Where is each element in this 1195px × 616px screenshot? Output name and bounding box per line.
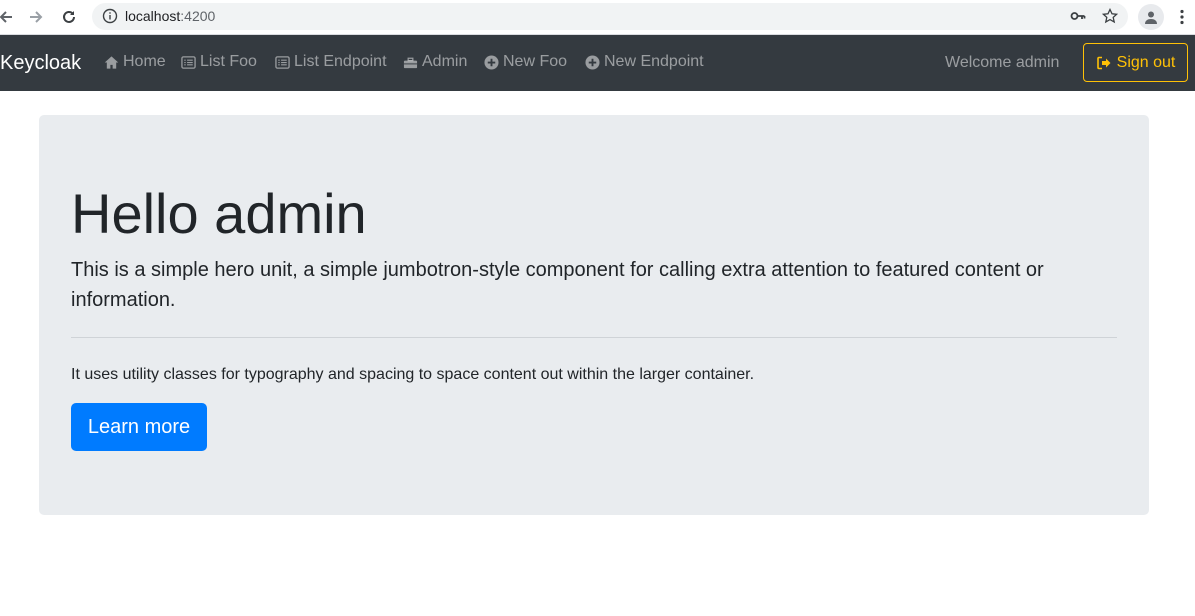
url-port: :4200 xyxy=(180,8,216,24)
learn-more-button[interactable]: Learn more xyxy=(71,403,207,451)
sign-out-button[interactable]: Sign out xyxy=(1083,43,1188,82)
list-icon xyxy=(181,55,196,69)
nav-link-label: List Endpoint xyxy=(294,53,387,70)
plus-circle-icon xyxy=(484,54,499,70)
forward-icon[interactable] xyxy=(24,5,48,29)
nav-link-label: New Foo xyxy=(503,53,568,70)
info-icon[interactable] xyxy=(102,8,118,24)
key-icon[interactable] xyxy=(1070,8,1086,24)
nav-link-admin[interactable]: Admin xyxy=(403,52,467,72)
app-navbar: Keycloak Home List Foo List Endpoint Adm… xyxy=(0,35,1195,91)
home-icon xyxy=(104,55,119,69)
welcome-text: Welcome admin xyxy=(945,54,1060,71)
nav-link-label: Home xyxy=(123,53,166,70)
sign-out-icon xyxy=(1096,56,1111,69)
reload-icon[interactable] xyxy=(57,5,81,29)
nav-link-label: New Endpoint xyxy=(604,53,704,70)
jumbotron: Hello admin This is a simple hero unit, … xyxy=(39,115,1149,515)
nav-link-new-endpoint[interactable]: New Endpoint xyxy=(585,52,704,72)
url-text: localhost:4200 xyxy=(125,8,215,25)
url-host: localhost xyxy=(125,8,181,24)
admin-icon xyxy=(403,57,418,68)
browser-toolbar: localhost:4200 xyxy=(0,0,1195,35)
hero-title: Hello admin xyxy=(71,182,367,245)
hero-lead: This is a simple hero unit, a simple jum… xyxy=(71,259,1044,311)
profile-icon[interactable] xyxy=(1138,4,1164,30)
nav-link-list-foo[interactable]: List Foo xyxy=(181,52,257,72)
plus-circle-icon xyxy=(585,54,600,70)
menu-dots-icon[interactable] xyxy=(1174,5,1190,29)
hero-divider xyxy=(71,337,1117,338)
list-icon xyxy=(275,55,290,69)
hero-text: It uses utility classes for typography a… xyxy=(71,366,755,383)
nav-link-label: List Foo xyxy=(200,53,257,70)
nav-link-label: Admin xyxy=(422,53,468,70)
back-icon[interactable] xyxy=(0,5,18,29)
nav-link-list-endpoint[interactable]: List Endpoint xyxy=(275,52,387,72)
nav-link-home[interactable]: Home xyxy=(104,52,166,72)
nav-link-new-foo[interactable]: New Foo xyxy=(484,52,567,72)
address-bar[interactable]: localhost:4200 xyxy=(92,3,1128,30)
star-icon[interactable] xyxy=(1102,8,1118,24)
sign-out-label: Sign out xyxy=(1116,53,1176,71)
navbar-brand[interactable]: Keycloak xyxy=(0,51,81,75)
